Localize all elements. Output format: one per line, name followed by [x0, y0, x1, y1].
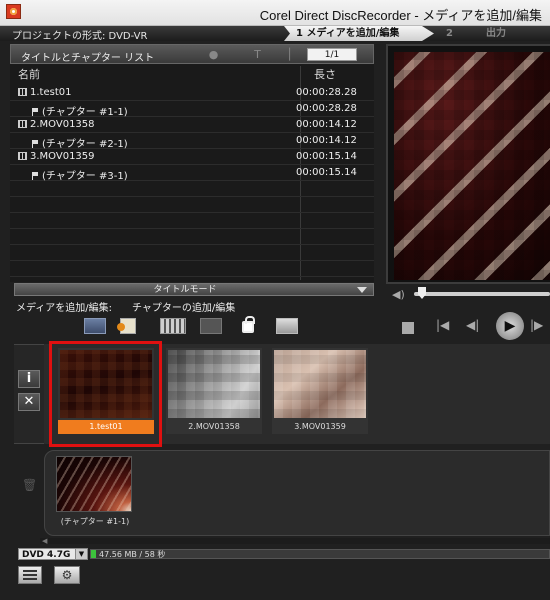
- row-name: 3.MOV01359: [30, 151, 95, 162]
- capacity-bar: 47.56 MB / 58 秒: [90, 549, 550, 559]
- list-row-title[interactable]: 3.MOV01359 00:00:15.14: [10, 149, 374, 165]
- disc-type-select[interactable]: DVD 4.7G ▼: [18, 548, 88, 560]
- step-back-button[interactable]: ◀|: [466, 318, 479, 332]
- volume-icon[interactable]: ◀): [392, 288, 406, 301]
- play-button[interactable]: ▶: [496, 312, 524, 340]
- row-duration: 00:00:14.12: [296, 119, 357, 130]
- chapter-flag-icon: [32, 108, 38, 116]
- row-duration: 00:00:28.28: [296, 103, 357, 114]
- chapter-settings-icon[interactable]: [276, 318, 298, 334]
- list-row-title[interactable]: 2.MOV01358 00:00:14.12: [10, 117, 374, 133]
- list-row-chapter[interactable]: (チャプター #2-1) 00:00:14.12: [10, 133, 374, 150]
- chapter-flag-icon: [32, 172, 38, 180]
- split-film-icon[interactable]: [160, 318, 186, 334]
- row-duration: 00:00:28.28: [296, 87, 357, 98]
- title-thumbnail[interactable]: 3.MOV01359: [272, 348, 368, 434]
- capture-icon[interactable]: [84, 318, 106, 334]
- list-header: タイトルとチャプター リスト ● T │ 1/1: [10, 44, 374, 64]
- preview-image: [394, 52, 550, 280]
- separator-icon: │: [286, 48, 293, 61]
- text-icon[interactable]: T: [251, 48, 264, 61]
- page-indicator: 1/1: [307, 48, 357, 61]
- seek-bar[interactable]: [414, 292, 550, 296]
- add-media-icon[interactable]: [117, 318, 136, 334]
- chapter-thumbnail[interactable]: [56, 456, 132, 512]
- row-name: 2.MOV01358: [30, 119, 95, 130]
- list-view-button[interactable]: [18, 566, 42, 584]
- media-edit-label: メディアを追加/編集:: [16, 303, 113, 314]
- scroll-left-icon[interactable]: ◀: [42, 537, 47, 545]
- title-mode-bar[interactable]: タイトルモード: [14, 283, 374, 296]
- chapter-scrollbar[interactable]: ◀: [40, 537, 550, 545]
- row-duration: 00:00:14.12: [296, 135, 357, 146]
- chapter-edit-label: チャプターの追加/編集: [132, 303, 236, 314]
- chevron-down-icon[interactable]: [357, 287, 367, 293]
- chevron-down-icon[interactable]: ▼: [75, 549, 87, 559]
- list-row-empty: [10, 261, 374, 277]
- chapter-flag-icon: [32, 140, 38, 148]
- step-forward-button[interactable]: |▶: [530, 318, 543, 332]
- step-add-edit-media[interactable]: 1 メディアを追加/編集: [284, 26, 434, 41]
- trash-icon: 🗑: [22, 478, 38, 492]
- list-row-title[interactable]: 1.test01 00:00:28.28: [10, 85, 374, 101]
- list-row-chapter[interactable]: (チャプター #1-1) 00:00:28.28: [10, 101, 374, 118]
- column-header-duration[interactable]: 長さ: [314, 66, 336, 82]
- title-thumbnail[interactable]: 2.MOV01358: [166, 348, 262, 434]
- thumbnail-caption: 2.MOV01358: [188, 422, 240, 431]
- seek-thumb[interactable]: [418, 287, 426, 299]
- disc-type-value: DVD 4.7G: [22, 550, 71, 560]
- capacity-fill: [91, 550, 96, 558]
- list-row-chapter[interactable]: (チャプター #3-1) 00:00:15.14: [10, 165, 374, 182]
- project-bar: プロジェクトの形式: DVD-VR 1 メディアを追加/編集 2 出力: [0, 26, 550, 42]
- column-header-name[interactable]: 名前: [18, 66, 40, 82]
- title-mode-label: タイトルモード: [153, 285, 217, 295]
- thumbnail-caption: 3.MOV01359: [294, 422, 346, 431]
- capacity-text: 47.56 MB / 58 秒: [99, 550, 166, 559]
- gear-icon[interactable]: ⚙: [54, 566, 80, 584]
- record-icon[interactable]: ●: [207, 48, 220, 61]
- row-duration: 00:00:15.14: [296, 167, 357, 178]
- info-button[interactable]: i: [18, 370, 40, 388]
- selection-highlight: [49, 341, 162, 447]
- step-output[interactable]: 出力: [470, 26, 530, 41]
- delete-button[interactable]: ✕: [18, 393, 40, 411]
- chapter-caption: (チャプター #1-1): [60, 517, 130, 526]
- disabled-media-icon: [200, 318, 222, 334]
- window-titlebar: Corel Direct DiscRecorder - メディアを追加/編集: [0, 0, 550, 26]
- title-icon: [18, 152, 27, 160]
- stop-button[interactable]: [402, 322, 414, 334]
- app-icon: [6, 4, 21, 19]
- list-row-empty: [10, 213, 374, 229]
- previous-button[interactable]: |◀: [436, 318, 449, 332]
- row-duration: 00:00:15.14: [296, 151, 357, 162]
- lock-icon[interactable]: [242, 316, 255, 333]
- title-icon: [18, 120, 27, 128]
- window-title: Corel Direct DiscRecorder - メディアを追加/編集: [259, 8, 542, 23]
- thumbnail-image: [274, 350, 366, 418]
- preview-panel: [386, 44, 550, 284]
- row-name: 1.test01: [30, 87, 72, 98]
- thumbnail-image: [168, 350, 260, 418]
- list-row-empty: [10, 245, 374, 261]
- list-row-empty: [10, 229, 374, 245]
- list-title: タイトルとチャプター リスト: [21, 53, 155, 64]
- project-format-label: プロジェクトの形式: DVD-VR: [12, 31, 148, 42]
- list-row-empty: [10, 197, 374, 213]
- list-row-empty: [10, 181, 374, 197]
- title-icon: [18, 88, 27, 96]
- title-chapter-list-panel: タイトルとチャプター リスト ● T │ 1/1 名前 長さ 1.test01 …: [10, 44, 374, 282]
